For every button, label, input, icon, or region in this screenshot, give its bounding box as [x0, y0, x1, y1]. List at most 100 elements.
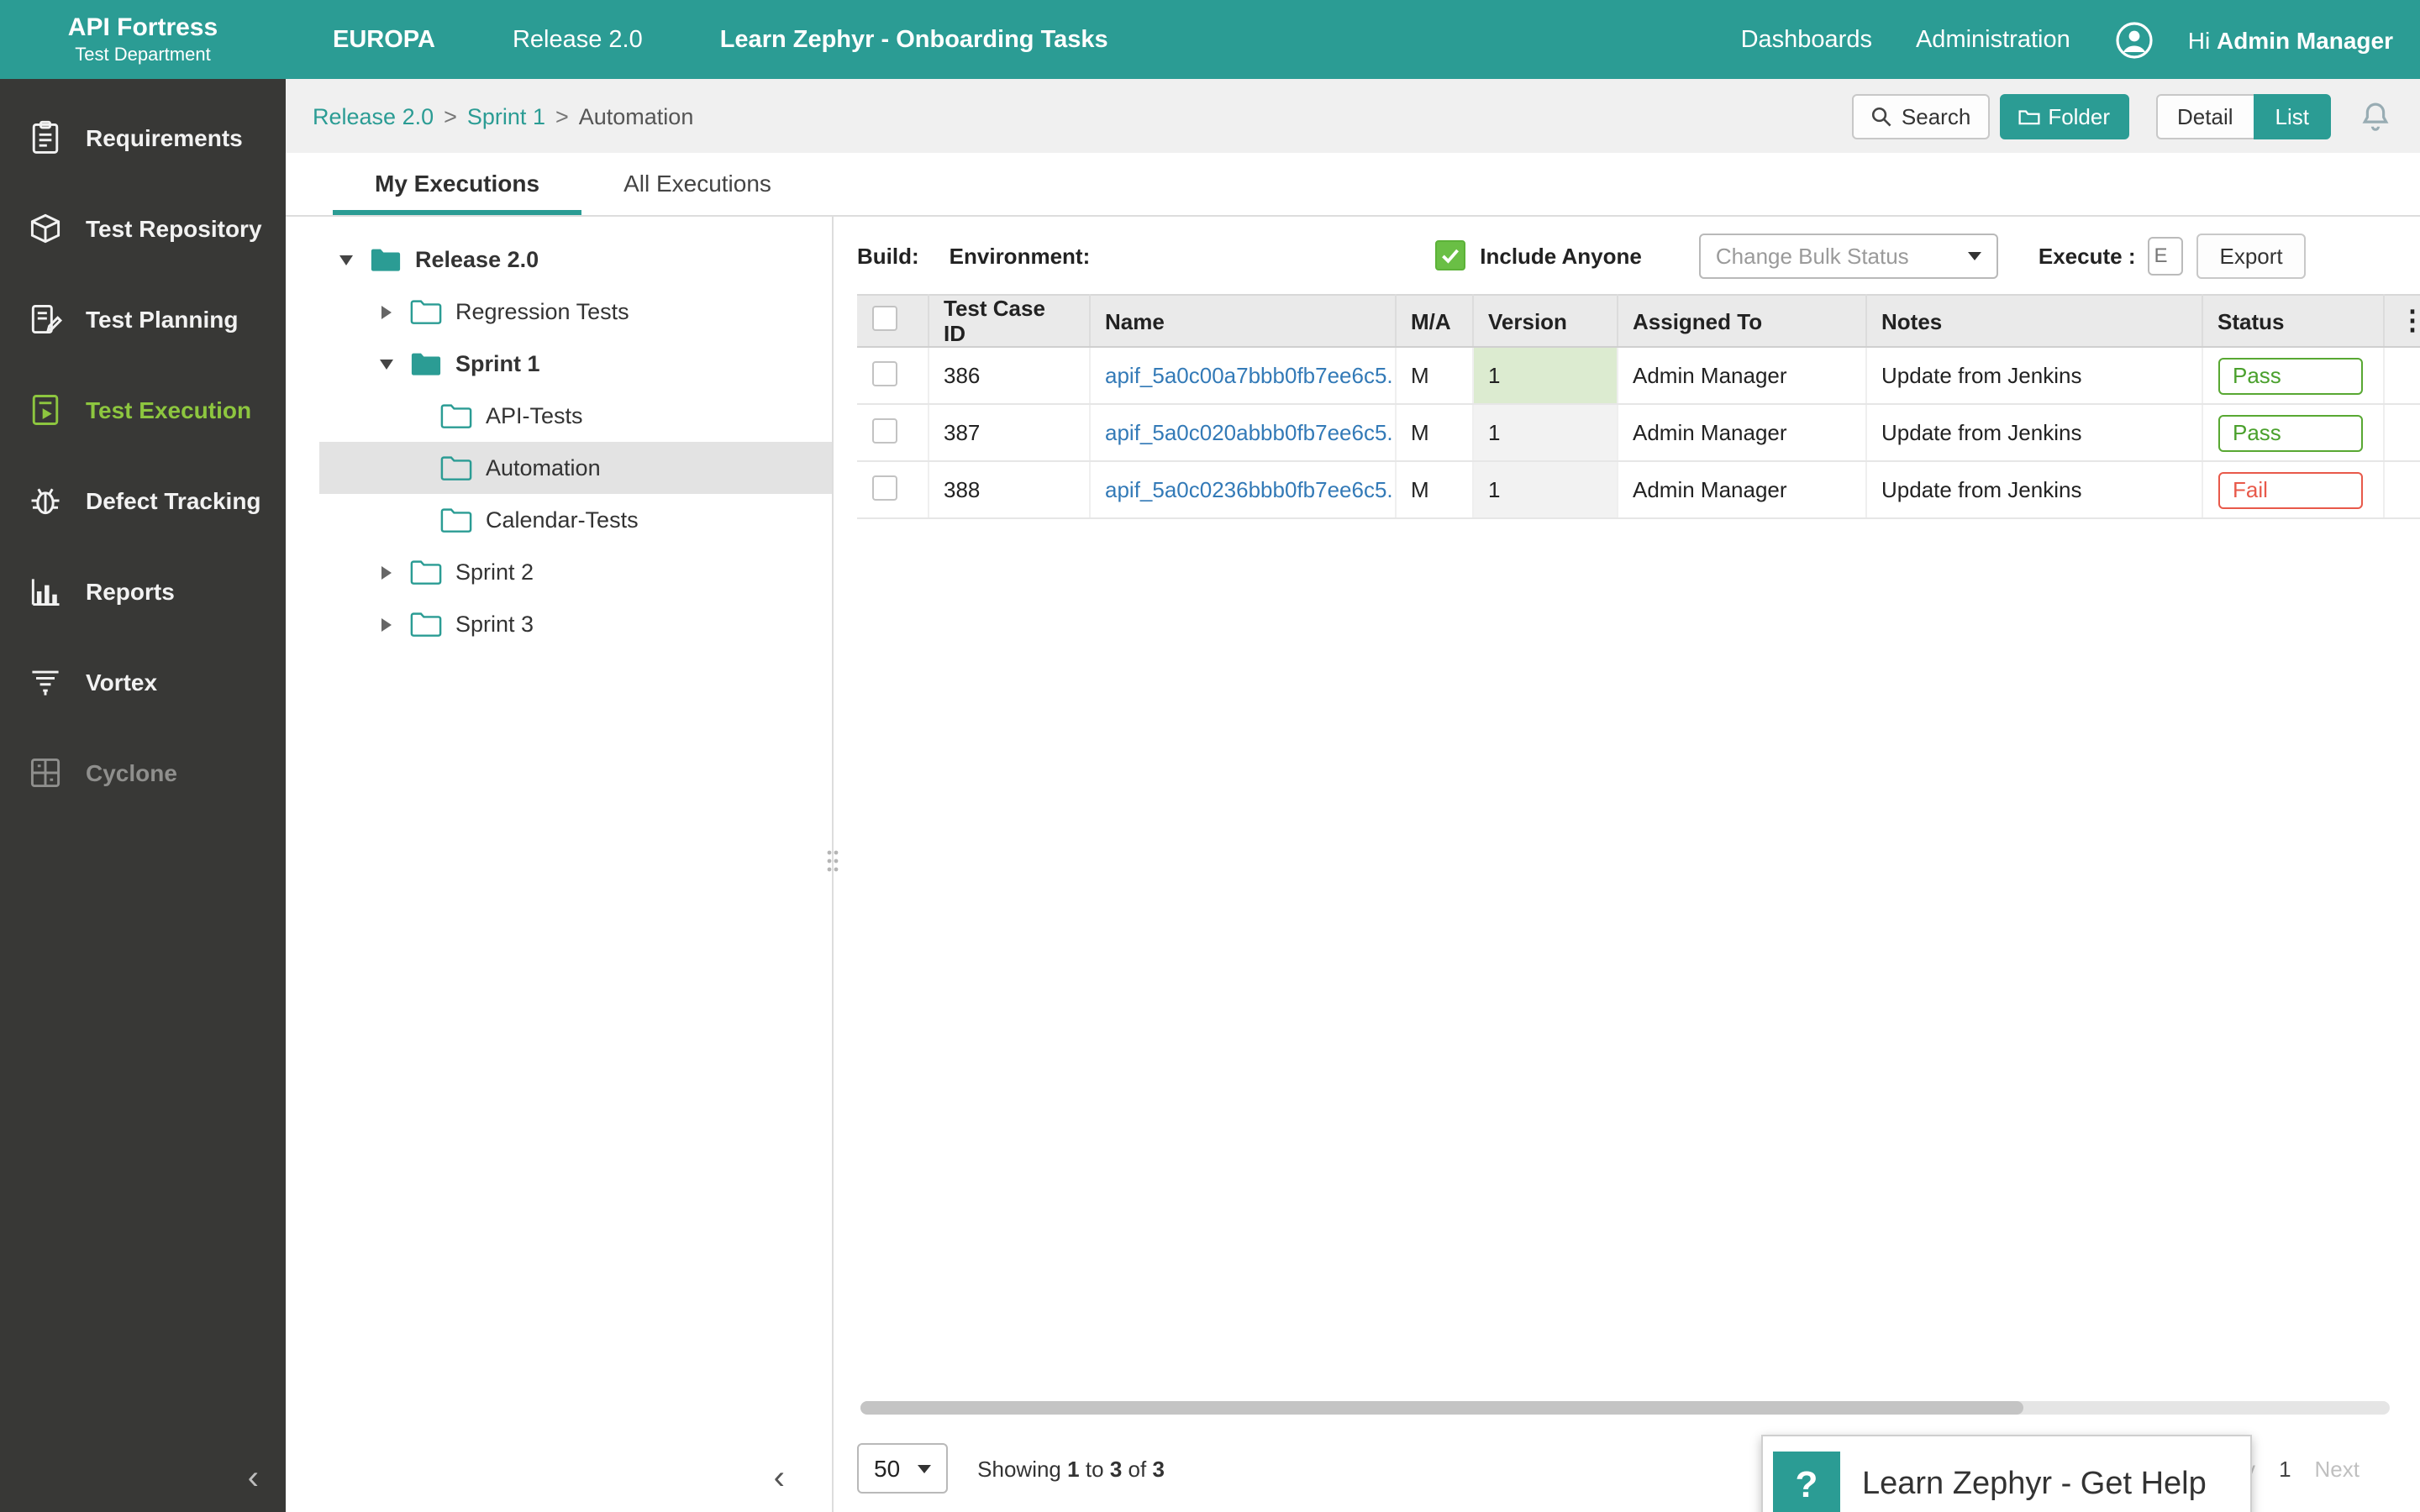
column-header-notes[interactable]: Notes: [1865, 295, 2202, 347]
column-header-ma[interactable]: M/A: [1395, 295, 1472, 347]
caret-right-icon[interactable]: [376, 617, 397, 631]
tree-collapse-chevron-icon[interactable]: ‹: [774, 1462, 785, 1495]
tree-item-automation[interactable]: Automation: [286, 442, 832, 494]
caret-right-icon[interactable]: [376, 565, 397, 579]
include-anyone-checkbox[interactable]: [1434, 240, 1465, 270]
sidebar-item-test-execution[interactable]: Test Execution: [0, 365, 286, 455]
sidebar-item-reports[interactable]: Reports: [0, 546, 286, 637]
app-subtitle: Test Department: [0, 45, 286, 69]
cell-notes[interactable]: Update from Jenkins: [1865, 461, 2202, 518]
tree-item-sprint-1[interactable]: Sprint 1: [286, 338, 832, 390]
scrollbar-thumb[interactable]: [860, 1401, 2023, 1415]
user-avatar-icon[interactable]: [2114, 19, 2154, 60]
project-menu[interactable]: EUROPA: [333, 26, 435, 53]
breadcrumb: Release 2.0 > Sprint 1 > Automation: [313, 103, 693, 129]
sidebar-item-requirements[interactable]: Requirements: [0, 92, 286, 183]
breadcrumb-separator: >: [555, 103, 569, 129]
cell-test-case-id: 387: [928, 404, 1089, 461]
column-header-name[interactable]: Name: [1089, 295, 1395, 347]
sidebar-item-test-repository[interactable]: Test Repository: [0, 183, 286, 274]
column-header-test-case-id[interactable]: Test Case ID: [928, 295, 1089, 347]
tree-item-sprint-2[interactable]: Sprint 2: [286, 546, 832, 598]
cell-notes[interactable]: Update from Jenkins: [1865, 347, 2202, 404]
tree-item-sprint-3[interactable]: Sprint 3: [286, 598, 832, 650]
folder-open-icon: [410, 351, 442, 376]
sidebar-item-vortex[interactable]: Vortex: [0, 637, 286, 727]
list-toggle-button[interactable]: List: [2254, 93, 2331, 139]
cell-assigned-to[interactable]: Admin Manager: [1617, 404, 1865, 461]
cell-version[interactable]: 1: [1472, 404, 1617, 461]
check-icon: [1439, 245, 1460, 265]
administration-link[interactable]: Administration: [1916, 26, 2070, 53]
caret-down-icon[interactable]: [336, 255, 356, 265]
tree-item-regression-tests[interactable]: Regression Tests: [286, 286, 832, 338]
status-badge[interactable]: Pass: [2217, 414, 2362, 451]
sidebar: Requirements Test Repository Test Pla: [0, 79, 286, 1512]
folder-icon: [440, 403, 472, 428]
select-all-checkbox[interactable]: [872, 306, 897, 331]
tab-my-executions[interactable]: My Executions: [333, 153, 581, 215]
table-row[interactable]: 387 apif_5a0c020abbb0fb7ee6c5... M 1 Adm…: [857, 404, 2420, 461]
cell-assigned-to[interactable]: Admin Manager: [1617, 347, 1865, 404]
table-row[interactable]: 386 apif_5a0c00a7bbb0fb7ee6c5... M 1 Adm…: [857, 347, 2420, 404]
executions-pane: Build: Environment: Include Anyone Chang…: [834, 217, 2420, 1512]
cell-version[interactable]: 1: [1472, 347, 1617, 404]
help-question-icon[interactable]: ?: [1773, 1452, 1840, 1512]
user-greeting[interactable]: Hi Admin Manager: [2188, 26, 2393, 53]
test-case-link[interactable]: apif_5a0c00a7bbb0fb7ee6c5...: [1105, 363, 1395, 388]
column-header-assigned-to[interactable]: Assigned To: [1617, 295, 1865, 347]
bulk-status-select[interactable]: Change Bulk Status: [1699, 233, 1998, 278]
column-menu-icon[interactable]: ⋮: [2399, 307, 2420, 336]
greeting-text: Hi: [2188, 26, 2210, 53]
search-button[interactable]: Search: [1853, 93, 1989, 139]
breadcrumb-bar: Release 2.0 > Sprint 1 > Automation Sear…: [286, 79, 2420, 153]
breadcrumb-release-link[interactable]: Release 2.0: [313, 103, 434, 129]
execute-input[interactable]: [2148, 236, 2183, 275]
test-case-link[interactable]: apif_5a0c0236bbb0fb7ee6c5...: [1105, 477, 1395, 502]
cell-ma: M: [1395, 461, 1472, 518]
horizontal-scrollbar[interactable]: [860, 1401, 2390, 1415]
page-number[interactable]: 1: [2279, 1456, 2291, 1481]
caret-down-icon[interactable]: [376, 359, 397, 369]
top-navigation: EUROPA Release 2.0 Learn Zephyr - Onboar…: [286, 26, 1108, 53]
status-badge[interactable]: Pass: [2217, 357, 2362, 394]
sidebar-item-defect-tracking[interactable]: Defect Tracking: [0, 455, 286, 546]
row-checkbox[interactable]: [872, 360, 897, 386]
column-header-status[interactable]: Status: [2202, 295, 2383, 347]
tree-item-release-2-0[interactable]: Release 2.0: [286, 234, 832, 286]
caret-right-icon[interactable]: [376, 305, 397, 318]
tree-item-calendar-tests[interactable]: Calendar-Tests: [286, 494, 832, 546]
folder-view-button[interactable]: Folder: [1999, 93, 2128, 139]
folder-icon: [410, 299, 442, 324]
tree-item-api-tests[interactable]: API-Tests: [286, 390, 832, 442]
onboarding-tasks-link[interactable]: Learn Zephyr - Onboarding Tasks: [720, 26, 1108, 53]
test-case-link[interactable]: apif_5a0c020abbb0fb7ee6c5...: [1105, 420, 1395, 445]
sidebar-item-cyclone[interactable]: Cyclone: [0, 727, 286, 818]
showing-summary: Showing 1 to 3 of 3: [977, 1456, 1165, 1481]
page-size-select[interactable]: 50: [857, 1443, 947, 1494]
row-checkbox[interactable]: [872, 417, 897, 443]
tab-all-executions[interactable]: All Executions: [581, 153, 813, 215]
cell-version[interactable]: 1: [1472, 461, 1617, 518]
column-header-version[interactable]: Version: [1472, 295, 1617, 347]
row-checkbox[interactable]: [872, 475, 897, 500]
dashboards-link[interactable]: Dashboards: [1741, 26, 1872, 53]
test-planning-icon: [27, 301, 64, 338]
cell-notes[interactable]: Update from Jenkins: [1865, 404, 2202, 461]
status-badge[interactable]: Fail: [2217, 471, 2362, 508]
sidebar-collapse-chevron-icon[interactable]: ‹: [248, 1462, 259, 1495]
next-page-button[interactable]: Next: [2315, 1456, 2360, 1481]
export-button[interactable]: Export: [2196, 233, 2307, 278]
breadcrumb-separator: >: [444, 103, 457, 129]
table-row[interactable]: 388 apif_5a0c0236bbb0fb7ee6c5... M 1 Adm…: [857, 461, 2420, 518]
release-menu[interactable]: Release 2.0: [513, 26, 643, 53]
get-help-popup[interactable]: ? Learn Zephyr - Get Help: [1761, 1435, 2252, 1512]
breadcrumb-sprint-link[interactable]: Sprint 1: [467, 103, 545, 129]
sidebar-item-test-planning[interactable]: Test Planning: [0, 274, 286, 365]
app-title: API Fortress: [0, 14, 286, 46]
cell-assigned-to[interactable]: Admin Manager: [1617, 461, 1865, 518]
executions-tabs: My Executions All Executions: [286, 153, 2420, 217]
pane-resize-handle[interactable]: [825, 847, 840, 882]
notification-bell-icon[interactable]: [2358, 98, 2393, 134]
detail-toggle-button[interactable]: Detail: [2155, 93, 2255, 139]
